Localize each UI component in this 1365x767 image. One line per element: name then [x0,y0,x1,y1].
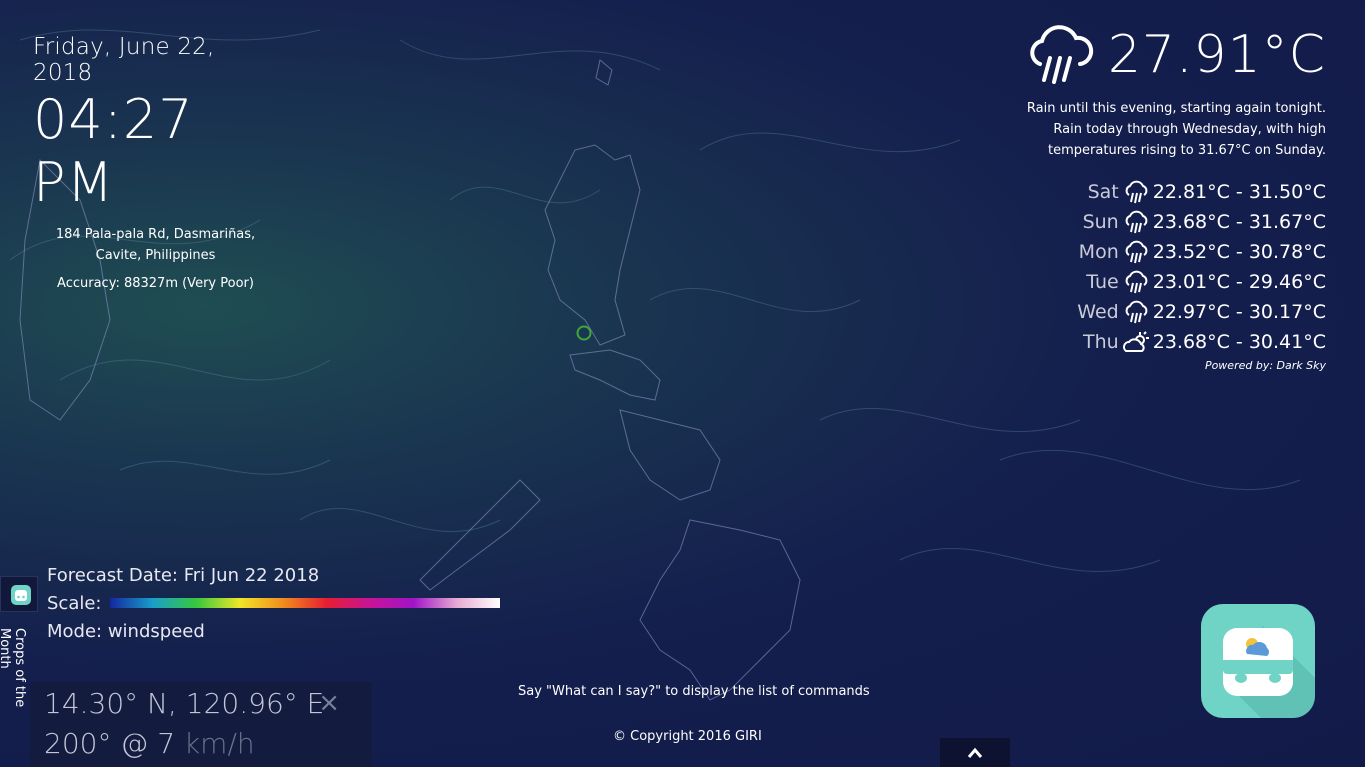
wind-readout: 200° @ 7 km/h [44,727,255,760]
rain-cloud-icon [1125,300,1148,324]
scale-label: Scale: [47,592,102,614]
forecast-row: Sun 23.68°C - 31.67°C [1006,207,1326,237]
rain-cloud-icon [1030,25,1093,84]
forecast-row: Wed 22.97°C - 30.17°C [1006,297,1326,327]
forecast-list: Sat 22.81°C - 31.50°C Sun 23.68°C - 31.6… [1006,177,1326,357]
forecast-row: Mon 23.52°C - 30.78°C [1006,237,1326,267]
forecast-day: Wed [1077,301,1119,323]
location-marker [576,325,592,341]
forecast-range: 23.68°C - 31.67°C [1152,211,1326,233]
location-accuracy: Accuracy: 88327m (Very Poor) [57,276,254,291]
crops-of-the-month-label[interactable]: Crops of the Month [0,628,27,748]
app-launcher-button[interactable] [1201,604,1315,718]
forecast-row: Tue 23.01°C - 29.46°C [1006,267,1326,297]
forecast-day: Tue [1086,271,1119,293]
current-time: 04:27 PM [33,88,194,214]
forecast-day: Mon [1078,241,1119,263]
location-address: 184 Pala-pala Rd, Dasmariñas, Cavite, Ph… [55,227,256,263]
forecast-date: Forecast Date: Fri Jun 22 2018 [47,564,320,586]
wind-unit[interactable]: km/h [184,727,255,760]
app-logo-icon [11,585,31,605]
scroll-up-button[interactable] [940,738,1010,767]
wind-direction-speed: 200° @ 7 [44,727,184,760]
forecast-day: Thu [1083,331,1119,353]
rain-cloud-icon [1125,270,1148,294]
rain-cloud-icon [1125,180,1148,204]
forecast-row: Sat 22.81°C - 31.50°C [1006,177,1326,207]
rain-cloud-icon [1125,240,1148,264]
close-icon[interactable]: × [318,688,340,718]
weather-app-icon [1223,626,1315,718]
weather-summary: Rain until this evening, starting again … [1026,101,1326,158]
scale-row: Scale: [47,589,500,617]
crops-tab-button[interactable] [0,576,38,612]
weather-panel: 27.91°C Rain until this evening, startin… [1006,24,1326,372]
voice-command-hint: Say "What can I say?" to display the lis… [518,684,870,699]
current-temperature: 27.91°C [1107,25,1326,85]
forecast-range: 23.01°C - 29.46°C [1152,271,1326,293]
forecast-range: 23.68°C - 30.41°C [1152,331,1326,353]
color-scale-bar [109,598,500,608]
map-mode: Mode: windspeed [47,620,205,642]
coordinates: 14.30° N, 120.96° E [44,687,325,720]
forecast-range: 22.97°C - 30.17°C [1152,301,1326,323]
forecast-range: 22.81°C - 31.50°C [1152,181,1326,203]
clock-panel: Friday, June 22, 2018 04:27 PM 184 Pala-… [33,34,278,291]
current-date: Friday, June 22, 2018 [33,34,215,86]
forecast-day: Sun [1082,211,1119,233]
rain-cloud-icon [1125,210,1148,234]
location-readout: 14.30° N, 120.96° E × 200° @ 7 km/h [30,682,372,767]
map-legend: Forecast Date: Fri Jun 22 2018 Scale: Mo… [47,561,500,645]
forecast-range: 23.52°C - 30.78°C [1152,241,1326,263]
current-weather: 27.91°C [1006,24,1326,86]
powered-by[interactable]: Powered by: Dark Sky [1006,359,1326,372]
copyright: © Copyright 2016 GIRI [613,729,762,744]
forecast-row: Thu 23.68°C - 30.41°C [1006,327,1326,357]
forecast-day: Sat [1087,181,1119,203]
chevron-up-icon [967,744,983,763]
partly-cloudy-icon [1122,331,1149,352]
